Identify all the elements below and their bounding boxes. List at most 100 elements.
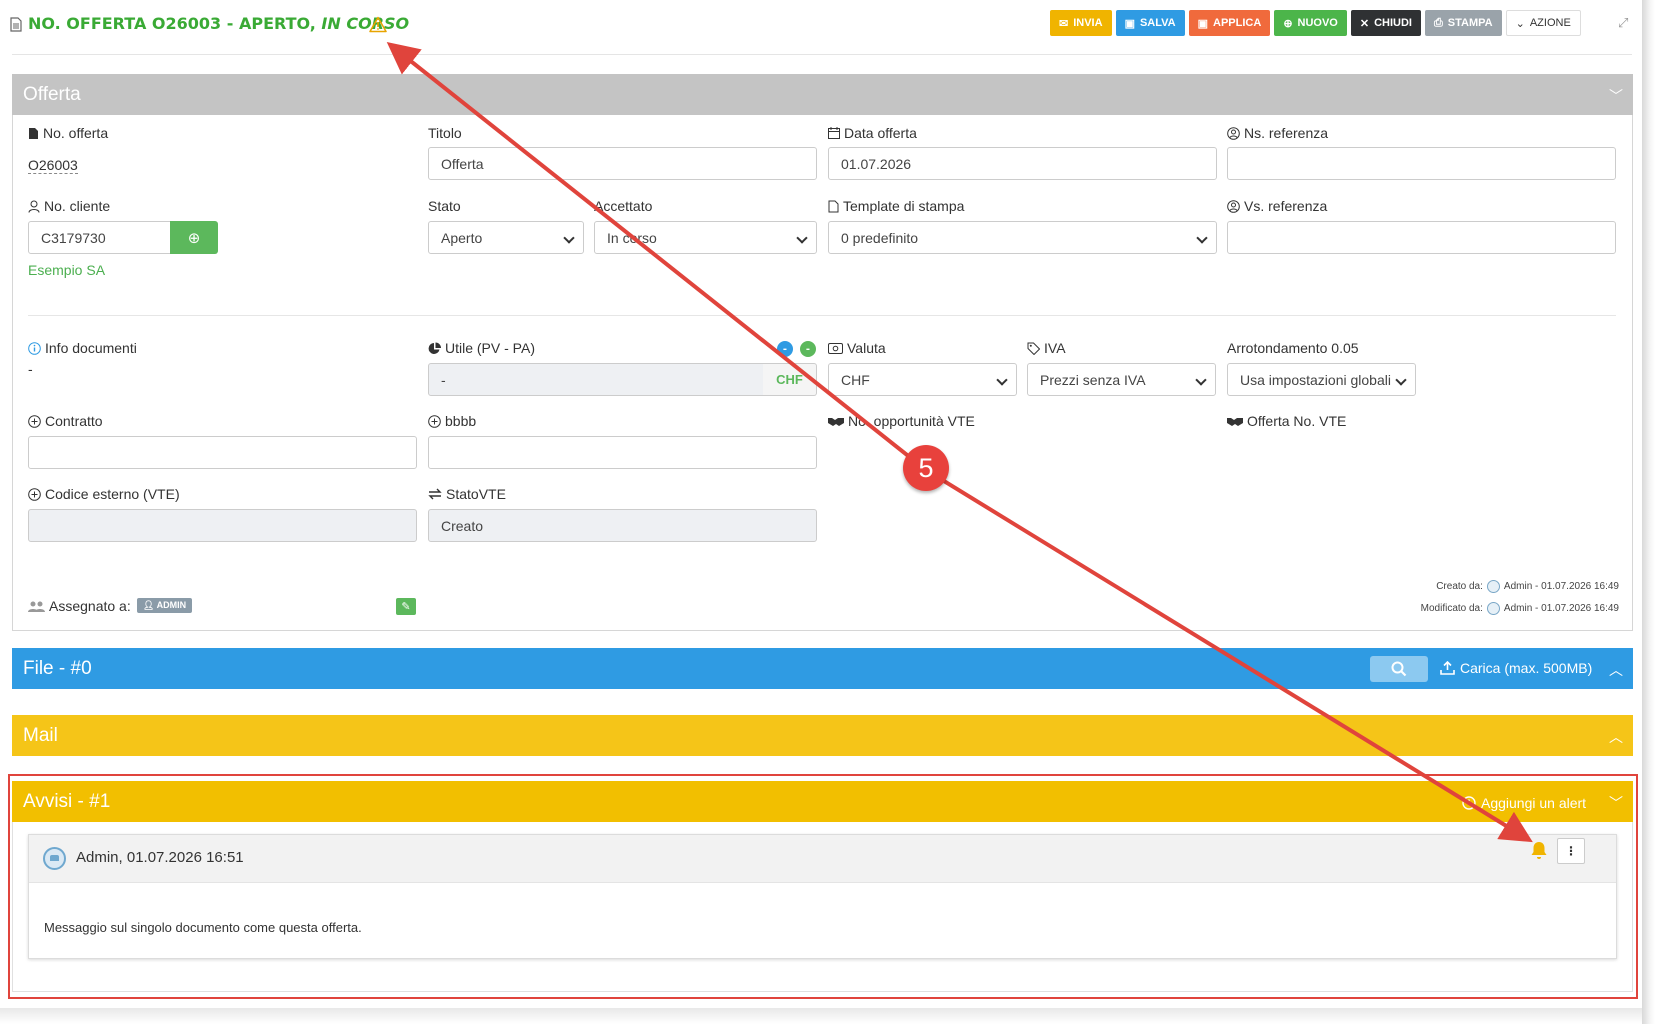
- assegnato-label: Assegnato a:: [28, 598, 131, 614]
- data-offerta-input[interactable]: 01.07.2026: [828, 147, 1217, 180]
- plus-circle-icon: ⊕: [1283, 17, 1293, 30]
- titolo-label: Titolo: [428, 125, 462, 141]
- offerta-vte-label-text: Offerta No. VTE: [1247, 413, 1347, 429]
- utile-label: Utile (PV - PA): [428, 340, 535, 356]
- user-icon: [28, 200, 40, 213]
- stato-vte-label: StatoVTE: [428, 486, 506, 502]
- template-select[interactable]: 0 predefinito: [828, 221, 1217, 254]
- bbbb-label-text: bbbb: [445, 413, 477, 429]
- azione-label: AZIONE: [1529, 17, 1571, 29]
- modificato-value: Admin - 01.07.2026 16:49: [1503, 603, 1619, 614]
- file-search-button[interactable]: [1370, 656, 1428, 682]
- avatar: [1486, 580, 1500, 593]
- utile-input: -: [428, 363, 764, 396]
- applica-button[interactable]: ▣ APPLICA: [1188, 10, 1271, 36]
- utile-label-text: Utile (PV - PA): [445, 340, 535, 356]
- iva-select[interactable]: Prezzi senza IVA: [1027, 363, 1216, 396]
- opportunita-vte-label-text: No. opportunità VTE: [848, 413, 975, 429]
- creato-value: Admin - 01.07.2026 16:49: [1503, 581, 1619, 592]
- titolo-input[interactable]: Offerta: [428, 147, 817, 180]
- user-circle-icon: [1227, 126, 1240, 140]
- floppy-icon: ▣: [1124, 17, 1135, 30]
- modificato-meta: Modificato da: Admin - 01.07.2026 16:49: [1421, 602, 1619, 615]
- offerta-vte-label: Offerta No. VTE: [1227, 413, 1346, 429]
- plus-circle-icon: [28, 414, 41, 428]
- ns-referenza-input[interactable]: [1227, 147, 1616, 180]
- calendar-icon: [828, 127, 840, 139]
- user-circle-icon: [1227, 199, 1240, 213]
- chevron-up-icon[interactable]: ︿: [1609, 660, 1623, 680]
- chevron-up-icon[interactable]: ︿: [1609, 727, 1623, 747]
- no-offerta-value[interactable]: O26003: [28, 157, 78, 174]
- chiudi-button[interactable]: ✕ CHIUDI: [1350, 10, 1421, 36]
- add-cliente-button[interactable]: ⊕: [170, 221, 218, 254]
- edit-assegnato-button[interactable]: ✎: [396, 598, 416, 615]
- stato-label: Stato: [428, 198, 461, 214]
- applica-label: APPLICA: [1213, 17, 1262, 29]
- chevron-down-icon[interactable]: ﹀: [1609, 86, 1623, 106]
- contratto-input[interactable]: [28, 436, 417, 469]
- utile-blue-dot[interactable]: -: [777, 341, 793, 357]
- avatar: [1486, 602, 1500, 615]
- creato-label: Creato da:: [1436, 581, 1483, 592]
- chiudi-label: CHIUDI: [1374, 17, 1412, 29]
- vs-referenza-input[interactable]: [1227, 221, 1616, 254]
- invia-label: INVIA: [1073, 17, 1103, 29]
- pencil-icon: ✎: [401, 600, 411, 613]
- invia-button[interactable]: ✉ INVIA: [1050, 10, 1112, 36]
- accettato-select[interactable]: In corso: [594, 221, 817, 254]
- info-documenti-value: -: [28, 361, 33, 377]
- no-cliente-input[interactable]: C3179730: [28, 221, 171, 254]
- codice-esterno-input: [28, 509, 417, 542]
- vs-referenza-label-text: Vs. referenza: [1244, 198, 1328, 214]
- azione-button[interactable]: ⌄ AZIONE: [1505, 10, 1581, 36]
- offerta-panel-header[interactable]: Offerta ﹀: [12, 74, 1633, 115]
- nuovo-button[interactable]: ⊕ NUOVO: [1274, 10, 1347, 36]
- arrotondamento-label: Arrotondamento 0.05: [1227, 340, 1359, 356]
- window-bottom-edge: [0, 1008, 1642, 1024]
- cliente-name-link[interactable]: Esempio SA: [28, 262, 105, 278]
- stampa-button[interactable]: ⎙ STAMPA: [1424, 10, 1502, 36]
- document-icon: [29, 127, 38, 139]
- stato-vte-label-text: StatoVTE: [446, 486, 506, 502]
- plus-circle-icon: [28, 487, 41, 501]
- warning-icon[interactable]: [369, 16, 387, 33]
- arrotondamento-select[interactable]: Usa impostazioni globali: [1227, 363, 1416, 396]
- info-documenti-label: Info documenti: [28, 340, 137, 356]
- handshake-icon: [1227, 418, 1243, 426]
- salva-button[interactable]: ▣ SALVA: [1115, 10, 1185, 36]
- ns-referenza-label: Ns. referenza: [1227, 125, 1328, 141]
- bbbb-input[interactable]: [428, 436, 817, 469]
- plus-circle-icon: [428, 414, 441, 428]
- creato-meta: Creato da: Admin - 01.07.2026 16:49: [1436, 580, 1619, 593]
- money-icon: [828, 342, 843, 354]
- section-divider: [28, 315, 1616, 316]
- iva-label: IVA: [1027, 340, 1066, 356]
- search-icon: [1391, 661, 1407, 677]
- opportunita-vte-label: No. opportunità VTE: [828, 413, 975, 429]
- valuta-label-text: Valuta: [847, 340, 886, 356]
- no-offerta-label-text: No. offerta: [43, 125, 109, 141]
- stato-select[interactable]: Aperto: [428, 221, 584, 254]
- codice-esterno-label-text: Codice esterno (VTE): [45, 486, 180, 502]
- floppy-icon: ▣: [1197, 17, 1209, 30]
- valuta-select[interactable]: CHF: [828, 363, 1017, 396]
- envelope-icon: ✉: [1059, 17, 1069, 30]
- salva-label: SALVA: [1139, 17, 1176, 29]
- assegnato-admin-badge[interactable]: 👤︎ ADMIN: [137, 598, 193, 613]
- chevron-down-icon: ⌄: [1515, 17, 1525, 30]
- utile-currency: CHF: [763, 363, 817, 396]
- annotation-highlight-box: [8, 774, 1638, 999]
- page-title: NO. OFFERTA O26003 - APERTO, IN CORSO: [28, 14, 410, 33]
- no-cliente-label: No. cliente: [28, 198, 110, 214]
- upload-button[interactable]: Carica (max. 500MB): [1440, 660, 1592, 676]
- mail-panel-header[interactable]: Mail ︿: [12, 715, 1633, 756]
- assegnato-admin-text: ADMIN: [156, 600, 187, 610]
- iva-label-text: IVA: [1044, 340, 1066, 356]
- header-divider: [12, 54, 1632, 55]
- utile-green-dot[interactable]: -: [800, 341, 816, 357]
- expand-icon[interactable]: ⤢: [1618, 16, 1628, 31]
- tag-icon: [1027, 342, 1040, 355]
- page: NO. OFFERTA O26003 - APERTO, IN CORSO ✉ I…: [0, 0, 1655, 1024]
- stato-vte-input: Creato: [428, 509, 817, 542]
